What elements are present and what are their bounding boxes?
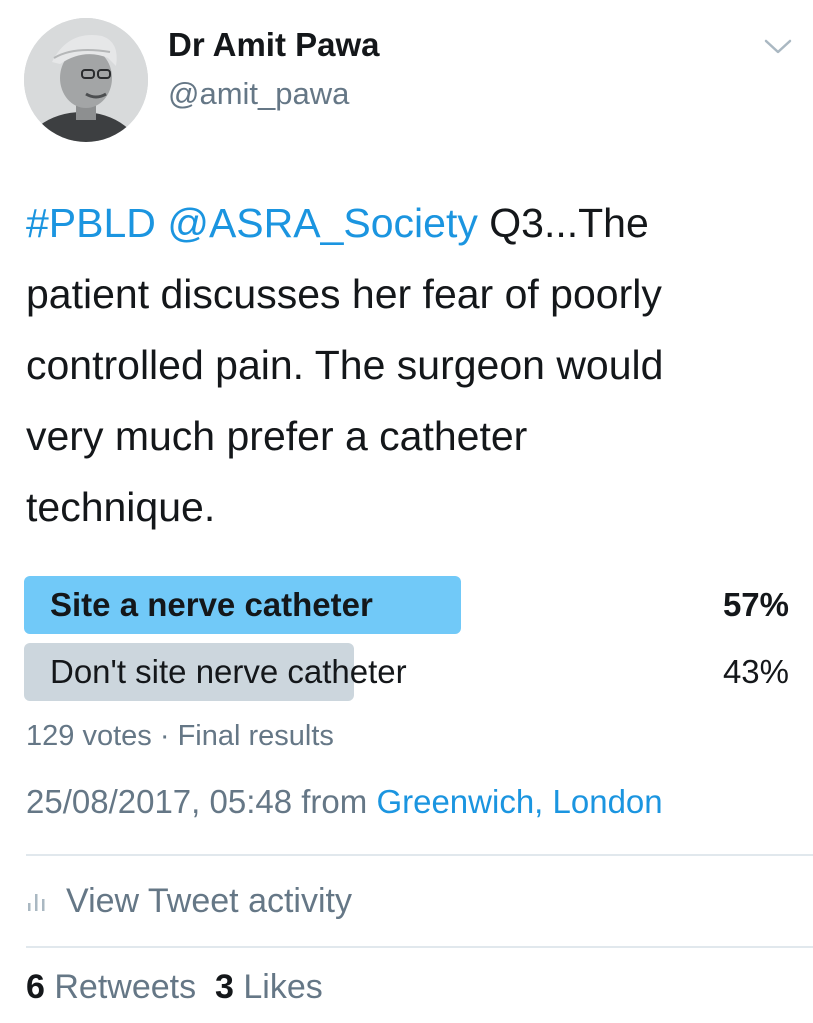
from-text: from bbox=[301, 783, 368, 820]
hashtag-link[interactable]: #PBLD bbox=[26, 200, 156, 246]
avatar[interactable] bbox=[24, 18, 148, 142]
view-tweet-activity-label: View Tweet activity bbox=[66, 881, 352, 920]
mention-link[interactable]: @ASRA_Society bbox=[167, 200, 478, 246]
author-name[interactable]: Dr Amit Pawa bbox=[168, 26, 380, 64]
chevron-down-icon[interactable] bbox=[762, 34, 794, 58]
divider bbox=[26, 854, 813, 856]
author-handle[interactable]: @amit_pawa bbox=[168, 76, 349, 112]
retweets-stat[interactable]: 6 Retweets bbox=[26, 968, 196, 1006]
bar-chart-icon bbox=[28, 894, 45, 911]
timestamp-line: 25/08/2017, 05:48 from Greenwich, London bbox=[26, 783, 663, 821]
divider bbox=[26, 946, 813, 948]
view-tweet-activity-button[interactable]: View Tweet activity bbox=[26, 878, 352, 924]
likes-label: Likes bbox=[243, 968, 323, 1006]
poll-meta: 129 votes · Final results bbox=[26, 720, 334, 753]
poll-separator: · bbox=[159, 720, 170, 752]
profile-photo-icon bbox=[24, 18, 148, 142]
retweets-count: 6 bbox=[26, 968, 45, 1006]
poll-status: Final results bbox=[177, 720, 334, 752]
poll-option: Site a nerve catheter 57% bbox=[24, 576, 789, 634]
tweet-text-line: patient discusses her fear of poorly bbox=[26, 271, 662, 317]
likes-stat[interactable]: 3 Likes bbox=[215, 968, 323, 1006]
tweet-text-line: controlled pain. The surgeon would bbox=[26, 342, 664, 388]
poll-option-percent: 43% bbox=[722, 653, 789, 690]
location-link[interactable]: Greenwich, London bbox=[376, 783, 662, 820]
likes-count: 3 bbox=[215, 968, 234, 1006]
tweet-text: #PBLD @ASRA_Society Q3...The patient dis… bbox=[26, 188, 796, 543]
poll-votes: 129 votes bbox=[26, 720, 152, 752]
tweet-text-line: Q3...The bbox=[489, 200, 649, 246]
retweets-label: Retweets bbox=[54, 968, 197, 1006]
tweet-text-line: very much prefer a catheter bbox=[26, 413, 528, 459]
poll-option-label: Don't site nerve catheter bbox=[50, 653, 407, 690]
poll-option-percent: 57% bbox=[722, 586, 789, 623]
tweet-text-line: technique. bbox=[26, 484, 216, 530]
timestamp[interactable]: 25/08/2017, 05:48 bbox=[26, 783, 292, 820]
poll-option-label: Site a nerve catheter bbox=[50, 586, 373, 623]
poll-option: Don't site nerve catheter 43% bbox=[24, 643, 789, 701]
engagement-stats: 6 Retweets 3 Likes bbox=[26, 968, 323, 1007]
